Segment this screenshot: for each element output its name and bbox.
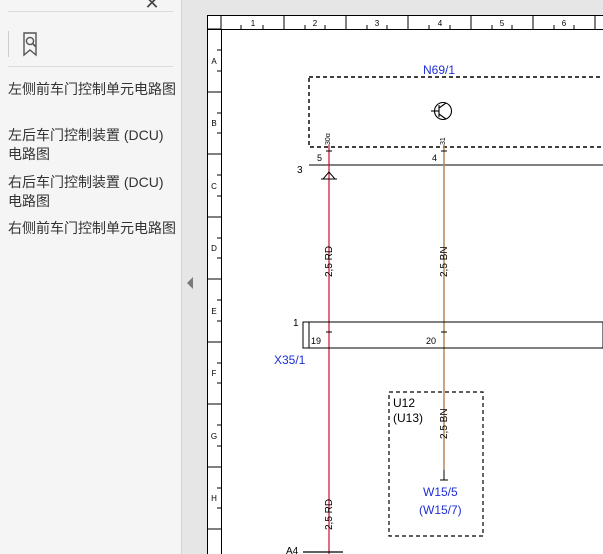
row-label: D: [211, 244, 217, 253]
x35-connector: [302, 321, 603, 349]
pin-label: 4: [432, 153, 437, 163]
panel-splitter[interactable]: [182, 0, 204, 554]
node-label: 1: [293, 318, 299, 329]
column-label: 4: [438, 19, 443, 28]
row-label: G: [211, 432, 217, 441]
bookmark-item[interactable]: 左后车门控制装置 (DCU) 电路图: [8, 126, 178, 164]
u13-label: (U13): [393, 411, 423, 425]
bookmark-item[interactable]: 右后车门控制装置 (DCU) 电路图: [8, 173, 178, 211]
sidebar-divider: [8, 11, 173, 12]
row-label: C: [211, 182, 217, 191]
n69-label: N69/1: [423, 63, 455, 77]
pin-label: 30α: [325, 133, 332, 145]
bookmark-search-icon[interactable]: [20, 31, 44, 57]
a4-label: A4: [286, 546, 299, 554]
wire-label: 2,5 BN: [439, 408, 450, 439]
n69-component-box: [308, 76, 603, 148]
w157-label: (W15/7): [419, 503, 462, 517]
wire-label: 2,5 BN: [439, 246, 450, 277]
row-ruler: [207, 28, 221, 530]
pin-label: 19: [311, 336, 321, 346]
column-label: 5: [500, 19, 505, 28]
row-label: B: [211, 119, 216, 128]
x35-label: X35/1: [274, 353, 306, 367]
wire-label: 2,5 RD: [324, 246, 335, 277]
bookmark-item[interactable]: 左侧前车门控制单元电路图: [8, 80, 178, 99]
row-label: H: [211, 494, 217, 503]
column-label: 3: [375, 19, 380, 28]
collapse-sidebar-icon[interactable]: [187, 277, 193, 289]
bookmark-item[interactable]: 右侧前车门控制单元电路图: [8, 219, 178, 238]
row-label: F: [212, 369, 217, 378]
column-label: 1: [251, 19, 256, 28]
pin-label: 20: [426, 336, 436, 346]
pin-label: 5: [317, 153, 322, 163]
transistor-icon: [431, 101, 453, 121]
column-label: 2: [313, 19, 318, 28]
row-label: A: [211, 57, 217, 66]
bookmarks-sidebar: ✕ 左侧前车门控制单元电路图 左后车门控制装置 (DCU) 电路图 右后车门控制…: [0, 0, 182, 554]
wire-label: 2,5 RD: [324, 499, 335, 530]
node-label: 3: [297, 165, 303, 176]
column-ruler: [220, 15, 596, 29]
pin-label: 31: [440, 137, 447, 145]
document-page: 1 2 3 4 5 6 A B C D E F G H N69/1 30α 31…: [207, 15, 603, 554]
w15-label: W15/5: [423, 485, 458, 499]
sidebar-divider: [8, 66, 173, 67]
toolbar-divider: [8, 31, 9, 57]
u12-label: U12: [393, 396, 415, 410]
column-label: 6: [562, 19, 567, 28]
row-label: E: [211, 307, 216, 316]
